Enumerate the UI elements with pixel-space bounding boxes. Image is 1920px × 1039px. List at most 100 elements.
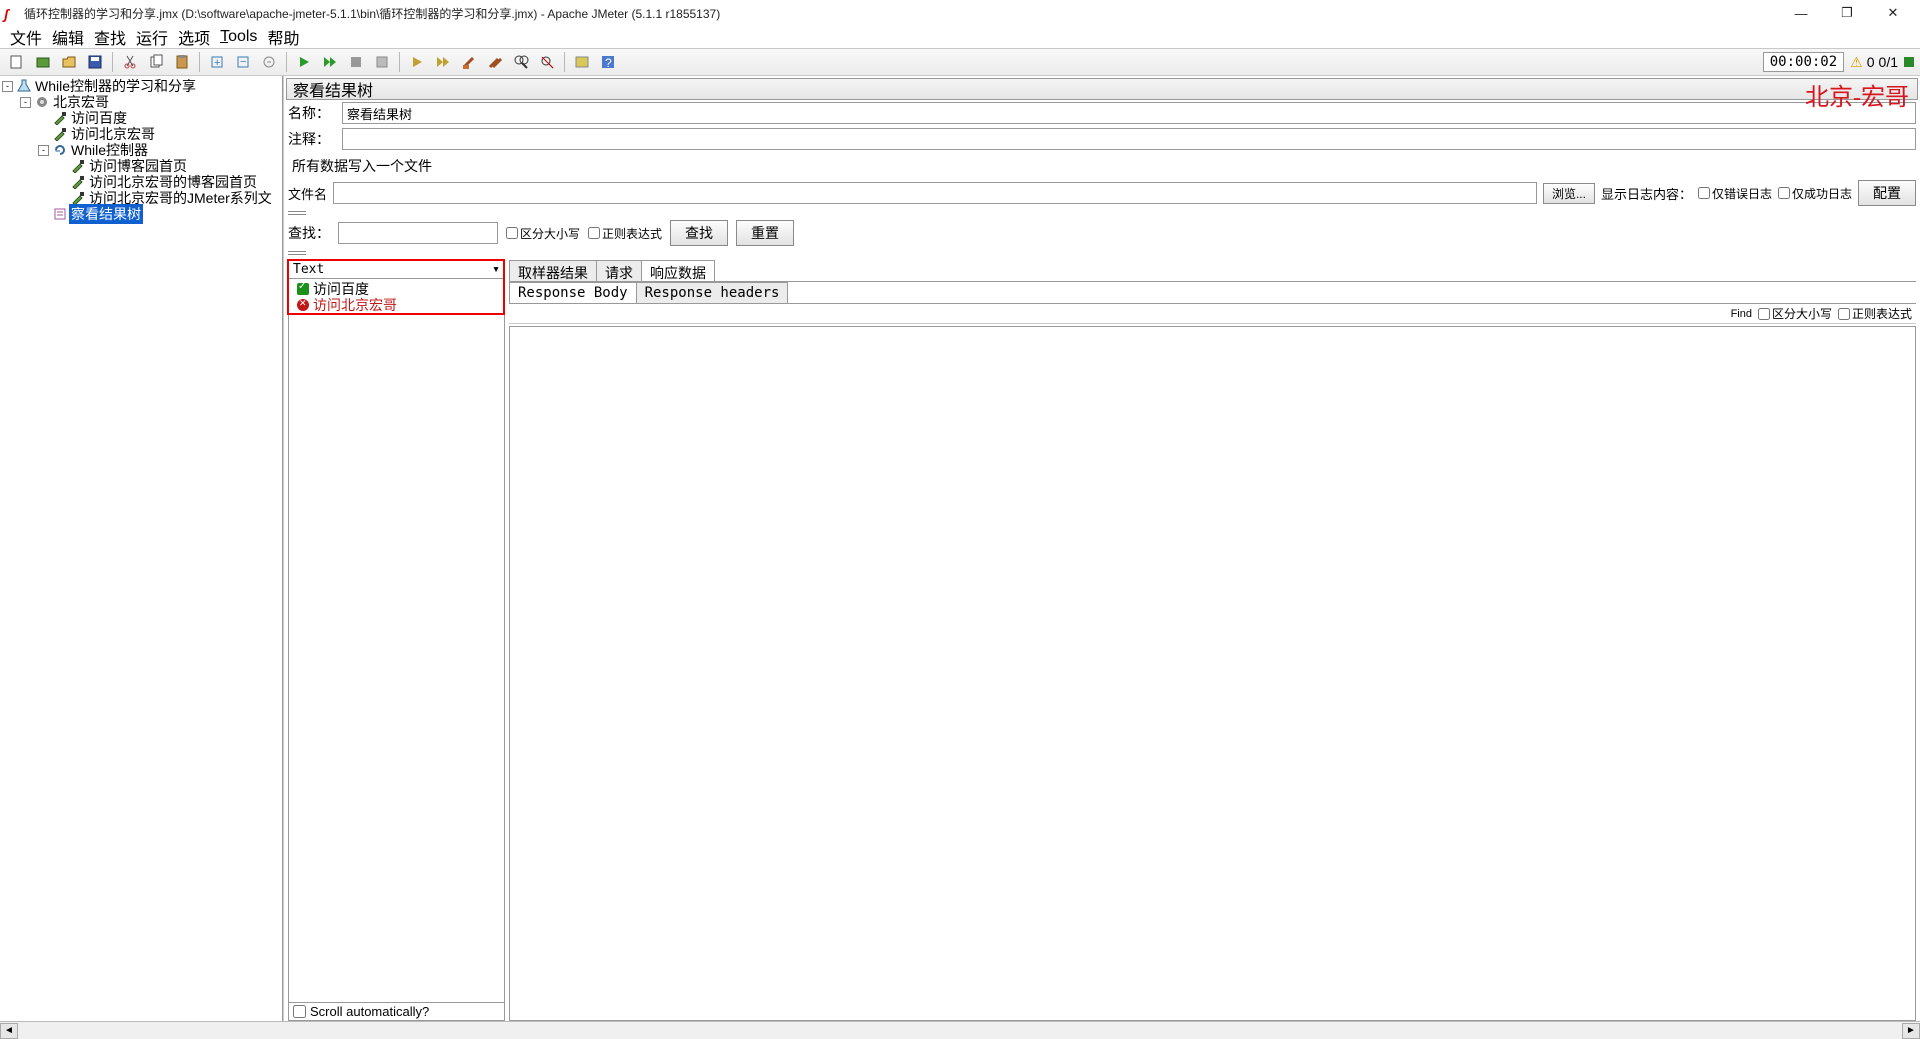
detail-tabs: 取样器结果请求响应数据 xyxy=(509,260,1916,282)
new-icon[interactable] xyxy=(5,51,29,73)
loop-icon xyxy=(53,143,67,157)
test-plan-tree[interactable]: -While控制器的学习和分享-北京宏哥访问百度访问北京宏哥-While控制器访… xyxy=(0,76,283,1021)
svg-text:+: + xyxy=(214,57,220,69)
tree-item[interactable]: 察看结果树 xyxy=(2,206,280,222)
menu-Tools[interactable]: Tools xyxy=(216,28,261,46)
clear-icon[interactable] xyxy=(457,51,481,73)
menu-帮助[interactable]: 帮助 xyxy=(263,25,303,49)
reset-search-icon[interactable] xyxy=(535,51,559,73)
scroll-auto-checkbox[interactable]: Scroll automatically? xyxy=(289,1002,504,1020)
success-icon xyxy=(297,283,309,295)
results-list[interactable]: 访问百度访问北京宏哥 xyxy=(289,279,504,1002)
browse-button[interactable]: 浏览... xyxy=(1543,183,1595,204)
file-group-title: 所有数据写入一个文件 xyxy=(292,156,1912,176)
results-detail-panel: 取样器结果请求响应数据 Response BodyResponse header… xyxy=(509,260,1916,1021)
warning-icon: ⚠ xyxy=(1850,54,1863,71)
flask-icon xyxy=(17,79,31,93)
stop-icon[interactable] xyxy=(344,51,368,73)
response-subtabs: Response BodyResponse headers xyxy=(509,282,1916,304)
tree-item[interactable]: -While控制器的学习和分享 xyxy=(2,78,280,94)
start-icon[interactable] xyxy=(292,51,316,73)
collapse-icon[interactable]: − xyxy=(231,51,255,73)
find-case-checkbox[interactable]: 区分大小写 xyxy=(1758,305,1832,322)
name-input[interactable] xyxy=(342,102,1916,124)
elapsed-time: 00:00:02 xyxy=(1763,52,1844,72)
tab-2[interactable]: 响应数据 xyxy=(641,260,715,281)
pipette-icon xyxy=(71,159,85,173)
minimize-button[interactable]: — xyxy=(1778,0,1824,26)
error-icon xyxy=(297,299,309,311)
remote-stop-icon[interactable] xyxy=(431,51,455,73)
horizontal-scrollbar[interactable]: ◄ ► xyxy=(0,1021,1920,1039)
save-icon[interactable] xyxy=(83,51,107,73)
filename-label: 文件名 xyxy=(288,184,327,203)
name-label: 名称： xyxy=(288,103,336,123)
function-helper-icon[interactable] xyxy=(570,51,594,73)
search-input[interactable] xyxy=(338,222,498,244)
templates-icon[interactable] xyxy=(31,51,55,73)
tree-label: 察看结果树 xyxy=(69,204,143,224)
expand-icon[interactable]: + xyxy=(205,51,229,73)
menu-编辑[interactable]: 编辑 xyxy=(48,25,88,49)
open-icon[interactable] xyxy=(57,51,81,73)
reset-button[interactable]: 重置 xyxy=(736,220,794,246)
shutdown-icon[interactable] xyxy=(370,51,394,73)
paste-icon[interactable] xyxy=(170,51,194,73)
case-sensitive-checkbox[interactable]: 区分大小写 xyxy=(506,225,580,242)
thread-status: ⚠ 0 0/1 xyxy=(1850,54,1916,71)
status-dot-icon xyxy=(1902,55,1916,69)
menubar: 文件编辑查找运行选项Tools帮助 xyxy=(0,26,1920,48)
pipette-icon xyxy=(53,111,67,125)
tree-item[interactable]: -北京宏哥 xyxy=(2,94,280,110)
comments-label: 注释： xyxy=(288,129,336,149)
menu-选项[interactable]: 选项 xyxy=(174,25,214,49)
pipette-icon xyxy=(53,127,67,141)
search-label: 查找： xyxy=(288,223,330,243)
clear-all-icon[interactable] xyxy=(483,51,507,73)
tree-toggle-icon[interactable]: - xyxy=(38,145,49,156)
search-icon[interactable] xyxy=(509,51,533,73)
panel-title: 察看结果树 北京-宏哥 xyxy=(286,78,1918,100)
scroll-left-icon[interactable]: ◄ xyxy=(0,1023,18,1039)
toolbar: + − ? 00:00:02 ⚠ 0 0/1 xyxy=(0,48,1920,76)
subtab-1[interactable]: Response headers xyxy=(636,282,789,303)
regex-checkbox[interactable]: 正则表达式 xyxy=(588,225,662,242)
find-label: Find xyxy=(1731,308,1752,320)
pipette-icon xyxy=(71,191,85,205)
start-no-pause-icon[interactable] xyxy=(318,51,342,73)
tree-toggle-icon[interactable]: - xyxy=(20,97,31,108)
result-item[interactable]: 访问北京宏哥 xyxy=(291,297,502,313)
remote-start-icon[interactable] xyxy=(405,51,429,73)
show-log-label: 显示日志内容： xyxy=(1601,184,1692,203)
gear-icon xyxy=(35,95,49,109)
svg-text:−: − xyxy=(240,56,246,68)
subtab-0[interactable]: Response Body xyxy=(509,282,637,303)
results-list-panel: Text 访问百度访问北京宏哥 Scroll automatically? xyxy=(288,260,505,1021)
find-regex-checkbox[interactable]: 正则表达式 xyxy=(1838,305,1912,322)
maximize-button[interactable]: ❐ xyxy=(1824,0,1870,26)
menu-运行[interactable]: 运行 xyxy=(132,25,172,49)
cut-icon[interactable] xyxy=(118,51,142,73)
only-error-log-checkbox[interactable]: 仅错误日志 xyxy=(1698,185,1772,202)
tab-0[interactable]: 取样器结果 xyxy=(509,260,597,281)
tree-toggle-icon[interactable]: - xyxy=(2,81,13,92)
splitter[interactable] xyxy=(288,210,1916,216)
close-button[interactable]: ✕ xyxy=(1870,0,1916,26)
menu-查找[interactable]: 查找 xyxy=(90,25,130,49)
toggle-icon[interactable] xyxy=(257,51,281,73)
menu-文件[interactable]: 文件 xyxy=(6,25,46,49)
only-success-log-checkbox[interactable]: 仅成功日志 xyxy=(1778,185,1852,202)
splitter-2[interactable] xyxy=(288,250,1916,256)
config-button[interactable]: 配置 xyxy=(1858,180,1916,206)
titlebar: ʃ 循环控制器的学习和分享.jmx (D:\software\apache-jm… xyxy=(0,0,1920,26)
response-body-textarea[interactable] xyxy=(509,326,1916,1021)
search-button[interactable]: 查找 xyxy=(670,220,728,246)
help-icon[interactable]: ? xyxy=(596,51,620,73)
comments-input[interactable] xyxy=(342,128,1916,150)
scroll-right-icon[interactable]: ► xyxy=(1902,1023,1920,1039)
tab-1[interactable]: 请求 xyxy=(596,260,642,281)
renderer-dropdown[interactable]: Text xyxy=(289,261,504,279)
app-icon: ʃ xyxy=(4,6,18,20)
filename-input[interactable] xyxy=(333,182,1537,204)
copy-icon[interactable] xyxy=(144,51,168,73)
